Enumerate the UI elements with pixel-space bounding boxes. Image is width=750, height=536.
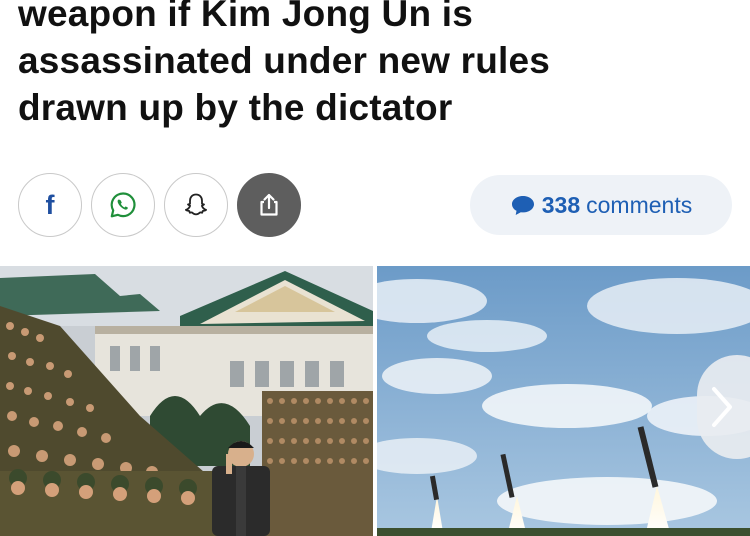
comments-button[interactable]: 338 comments (470, 175, 732, 235)
facebook-share-button[interactable]: f (18, 173, 82, 237)
rocket-launch-photo[interactable] (377, 266, 750, 536)
comment-count: 338 (541, 191, 581, 218)
comments-label: comments (586, 191, 693, 218)
snapchat-icon (185, 193, 207, 216)
snapchat-share-button[interactable] (164, 173, 228, 237)
image-gallery (0, 266, 750, 536)
facebook-icon: f (45, 189, 55, 220)
rocket-launch-photo-illustration (377, 266, 750, 536)
crowd-photo-illustration (0, 266, 373, 536)
share-button[interactable] (237, 173, 301, 237)
chevron-right-icon (712, 387, 732, 427)
headline-line: drawn up by the dictator (18, 87, 453, 128)
share-icon (260, 193, 278, 216)
comment-bubble-icon (511, 196, 534, 215)
whatsapp-share-button[interactable] (91, 173, 155, 237)
headline-line: weapon if Kim Jong Un is (18, 0, 473, 34)
article-headline: weapon if Kim Jong Un is assassinated un… (18, 0, 738, 131)
whatsapp-icon (110, 192, 136, 218)
headline-line: assassinated under new rules (18, 40, 551, 81)
share-bar: f 338 comments (18, 173, 732, 237)
gallery-next-button[interactable] (697, 355, 750, 459)
crowd-photo[interactable] (0, 266, 373, 536)
